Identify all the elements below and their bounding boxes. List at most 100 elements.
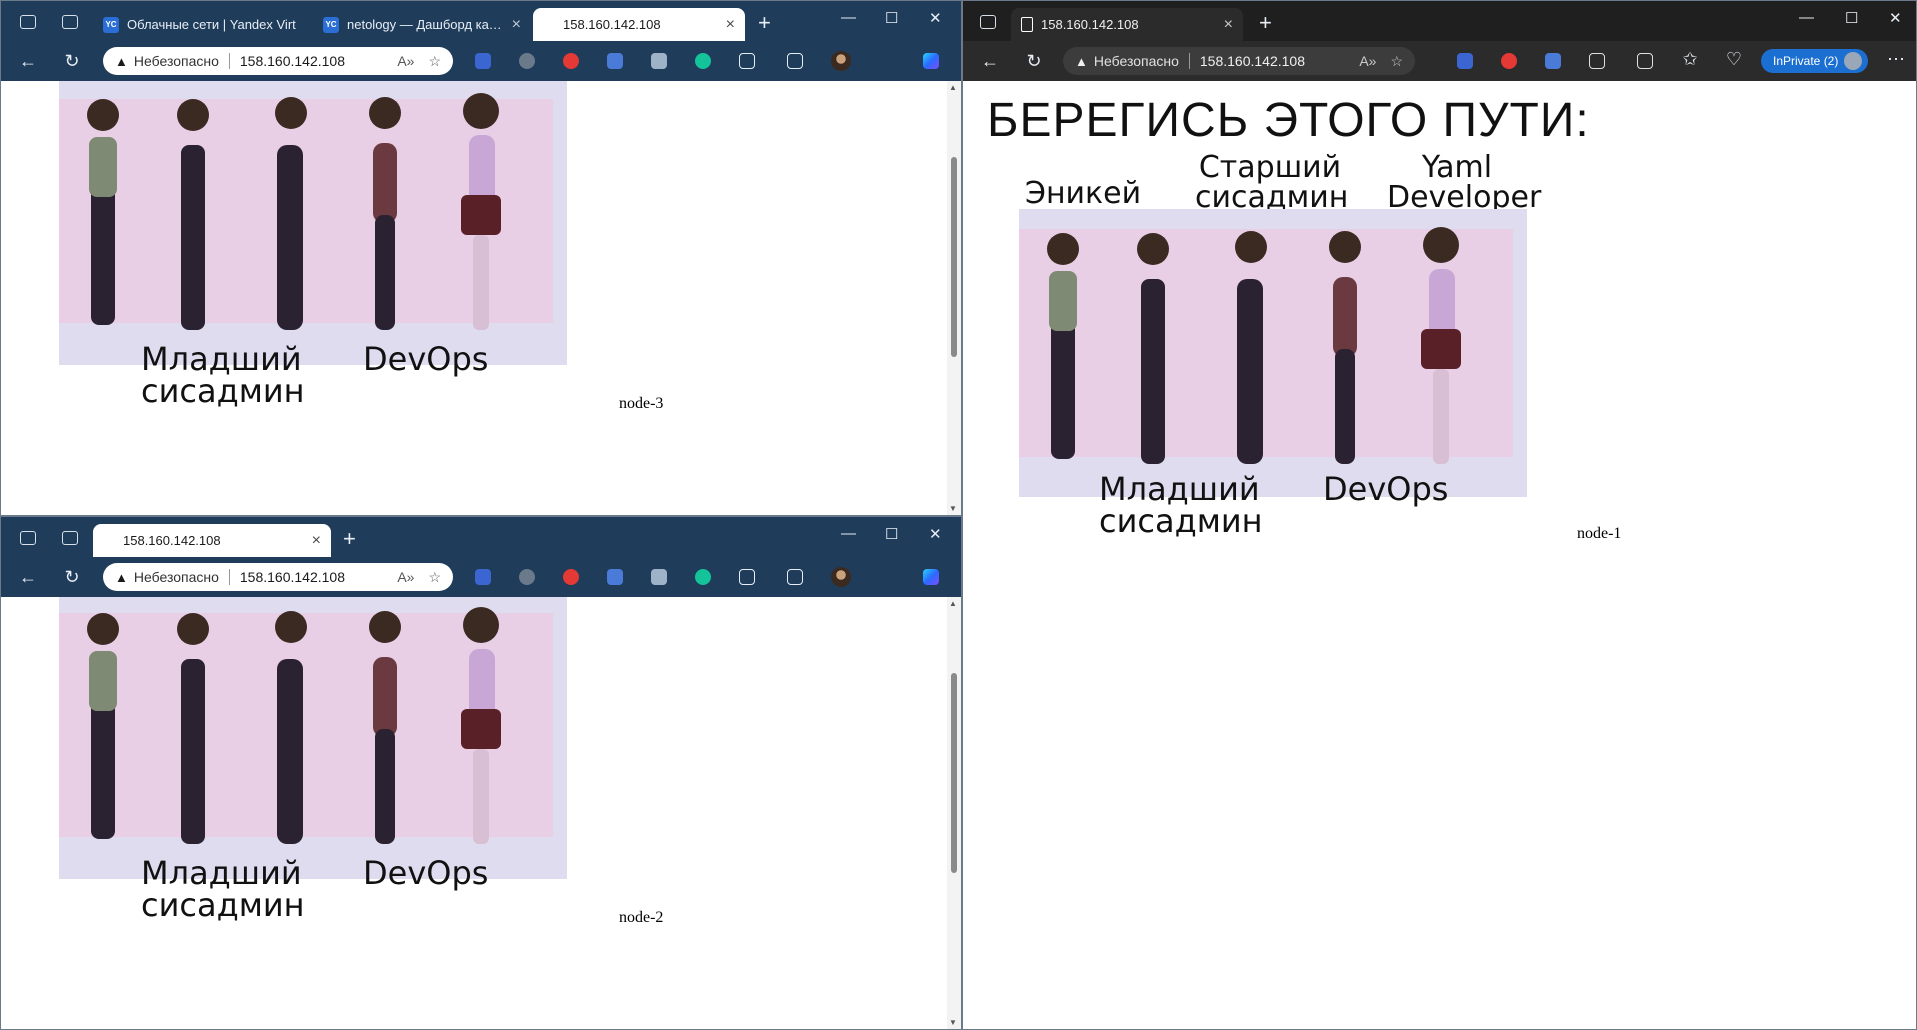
caption-yaml-developer: Yaml Developer	[1387, 150, 1542, 215]
caption-devops: DevOps	[363, 854, 489, 892]
bitwarden-icon[interactable]	[475, 569, 491, 585]
tab-netology-dashboard[interactable]: YC netology — Дашборд катал ×	[313, 8, 531, 41]
address-bar[interactable]: ▲ Небезопасно 158.160.142.108 A» ☆	[1063, 47, 1415, 75]
security-status[interactable]: Небезопасно	[134, 569, 219, 585]
read-aloud-icon[interactable]: A»	[397, 569, 414, 585]
profile-avatar[interactable]	[831, 51, 851, 71]
back-button[interactable]: ←	[979, 51, 1001, 72]
url-text[interactable]: 158.160.142.108	[1200, 53, 1345, 69]
translate-icon[interactable]	[607, 53, 623, 69]
maximize-button[interactable]: ☐	[1845, 9, 1858, 27]
profile-avatar[interactable]	[831, 567, 851, 587]
refresh-button[interactable]: ↻	[61, 567, 83, 588]
new-tab-button[interactable]: +	[758, 10, 771, 36]
tab-active-node-3[interactable]: 158.160.142.108 ×	[533, 8, 745, 41]
tab-active-node-2[interactable]: 158.160.142.108 ×	[93, 524, 331, 557]
inprivate-badge[interactable]: InPrivate (2)	[1761, 49, 1869, 73]
meme-image	[59, 597, 567, 879]
close-tab-icon[interactable]: ×	[312, 532, 321, 550]
meme-image	[1019, 209, 1527, 497]
back-button[interactable]: ←	[17, 51, 39, 72]
translate-icon[interactable]	[607, 569, 623, 585]
url-text[interactable]: 158.160.142.108	[240, 53, 383, 69]
split-screen-icon[interactable]	[787, 53, 803, 69]
tab-actions-icon[interactable]	[62, 15, 78, 29]
more-menu-icon[interactable]: ⋯	[1885, 49, 1907, 70]
workspaces-icon[interactable]	[20, 531, 36, 545]
close-tab-icon[interactable]: ×	[726, 16, 735, 34]
split-screen-icon[interactable]	[1637, 53, 1653, 69]
close-tab-icon[interactable]: ×	[512, 16, 521, 34]
extension-icon[interactable]	[651, 53, 667, 69]
refresh-button[interactable]: ↻	[1023, 51, 1045, 72]
bitwarden-icon[interactable]	[1457, 53, 1473, 69]
meme-characters	[87, 607, 501, 844]
browser-essentials-icon[interactable]: ♡	[1723, 49, 1745, 70]
close-window-button[interactable]: ✕	[1889, 9, 1902, 27]
adblock-icon[interactable]	[563, 53, 579, 69]
scrollbar-thumb[interactable]	[951, 673, 957, 873]
minimize-button[interactable]: —	[841, 9, 856, 26]
scrollbar[interactable]: ▲ ▼	[947, 597, 961, 1029]
grammarly-icon[interactable]	[695, 569, 711, 585]
favorite-star-icon[interactable]: ☆	[1390, 53, 1403, 70]
maximize-button[interactable]: ☐	[885, 9, 898, 27]
node-label: node-3	[619, 395, 664, 412]
page-favicon-icon	[543, 17, 555, 32]
new-tab-button[interactable]: +	[1259, 10, 1272, 36]
tab-label: 158.160.142.108	[123, 533, 221, 548]
extension-icon[interactable]	[519, 569, 535, 585]
security-status[interactable]: Небезопасно	[134, 53, 219, 69]
tab-bar: YC Облачные сети | Yandex Virt YC netolo…	[1, 1, 961, 41]
copilot-icon[interactable]	[923, 53, 939, 69]
tab-actions-icon[interactable]	[62, 531, 78, 545]
scroll-up-icon[interactable]: ▲	[949, 83, 957, 92]
favorites-icon[interactable]: ✩	[1679, 49, 1701, 70]
copilot-icon[interactable]	[923, 569, 939, 585]
scrollbar-thumb[interactable]	[951, 157, 957, 357]
adblock-icon[interactable]	[563, 569, 579, 585]
address-bar[interactable]: ▲ Небезопасно 158.160.142.108 A» ☆	[103, 563, 453, 591]
grammarly-icon[interactable]	[695, 53, 711, 69]
extension-icon[interactable]	[519, 53, 535, 69]
translate-icon[interactable]	[1545, 53, 1561, 69]
url-text[interactable]: 158.160.142.108	[240, 569, 383, 585]
scrollbar[interactable]: ▲ ▼	[947, 81, 961, 515]
browser-window-node-1: 158.160.142.108 × + — ☐ ✕ ← ↻ ▲ Небезопа…	[962, 0, 1917, 1030]
favorite-star-icon[interactable]: ☆	[428, 53, 441, 70]
split-screen-icon[interactable]	[787, 569, 803, 585]
adblock-icon[interactable]	[1501, 53, 1517, 69]
extensions-puzzle-icon[interactable]	[739, 53, 755, 69]
security-status[interactable]: Небезопасно	[1094, 53, 1179, 69]
close-window-button[interactable]: ✕	[929, 525, 942, 543]
node-label: node-2	[619, 909, 664, 926]
scroll-down-icon[interactable]: ▼	[949, 504, 957, 513]
workspaces-icon[interactable]	[20, 15, 36, 29]
yandex-cloud-favicon-icon: YC	[323, 16, 339, 33]
tab-yandex-cloud[interactable]: YC Облачные сети | Yandex Virt	[93, 8, 311, 41]
warning-icon: ▲	[115, 569, 128, 585]
tab-actions-icon[interactable]	[980, 15, 996, 29]
refresh-button[interactable]: ↻	[61, 51, 83, 72]
tab-active-node-1[interactable]: 158.160.142.108 ×	[1011, 8, 1243, 41]
scroll-up-icon[interactable]: ▲	[949, 599, 957, 608]
extension-icon[interactable]	[651, 569, 667, 585]
read-aloud-icon[interactable]: A»	[1359, 53, 1376, 69]
favorite-star-icon[interactable]: ☆	[428, 569, 441, 586]
scroll-down-icon[interactable]: ▼	[949, 1018, 957, 1027]
extensions-puzzle-icon[interactable]	[739, 569, 755, 585]
meme-image	[59, 81, 567, 365]
new-tab-button[interactable]: +	[343, 526, 356, 552]
minimize-button[interactable]: —	[1799, 9, 1814, 26]
close-window-button[interactable]: ✕	[929, 9, 942, 27]
close-tab-icon[interactable]: ×	[1224, 16, 1233, 34]
bitwarden-icon[interactable]	[475, 53, 491, 69]
address-bar[interactable]: ▲ Небезопасно 158.160.142.108 A» ☆	[103, 47, 453, 75]
read-aloud-icon[interactable]: A»	[397, 53, 414, 69]
minimize-button[interactable]: —	[841, 525, 856, 542]
extensions-puzzle-icon[interactable]	[1589, 53, 1605, 69]
caption-junior-sysadmin: Младший сисадмин	[141, 854, 305, 924]
maximize-button[interactable]: ☐	[885, 525, 898, 543]
page-heading: БЕРЕГИСЬ ЭТОГО ПУТИ:	[987, 94, 1590, 147]
back-button[interactable]: ←	[17, 567, 39, 588]
